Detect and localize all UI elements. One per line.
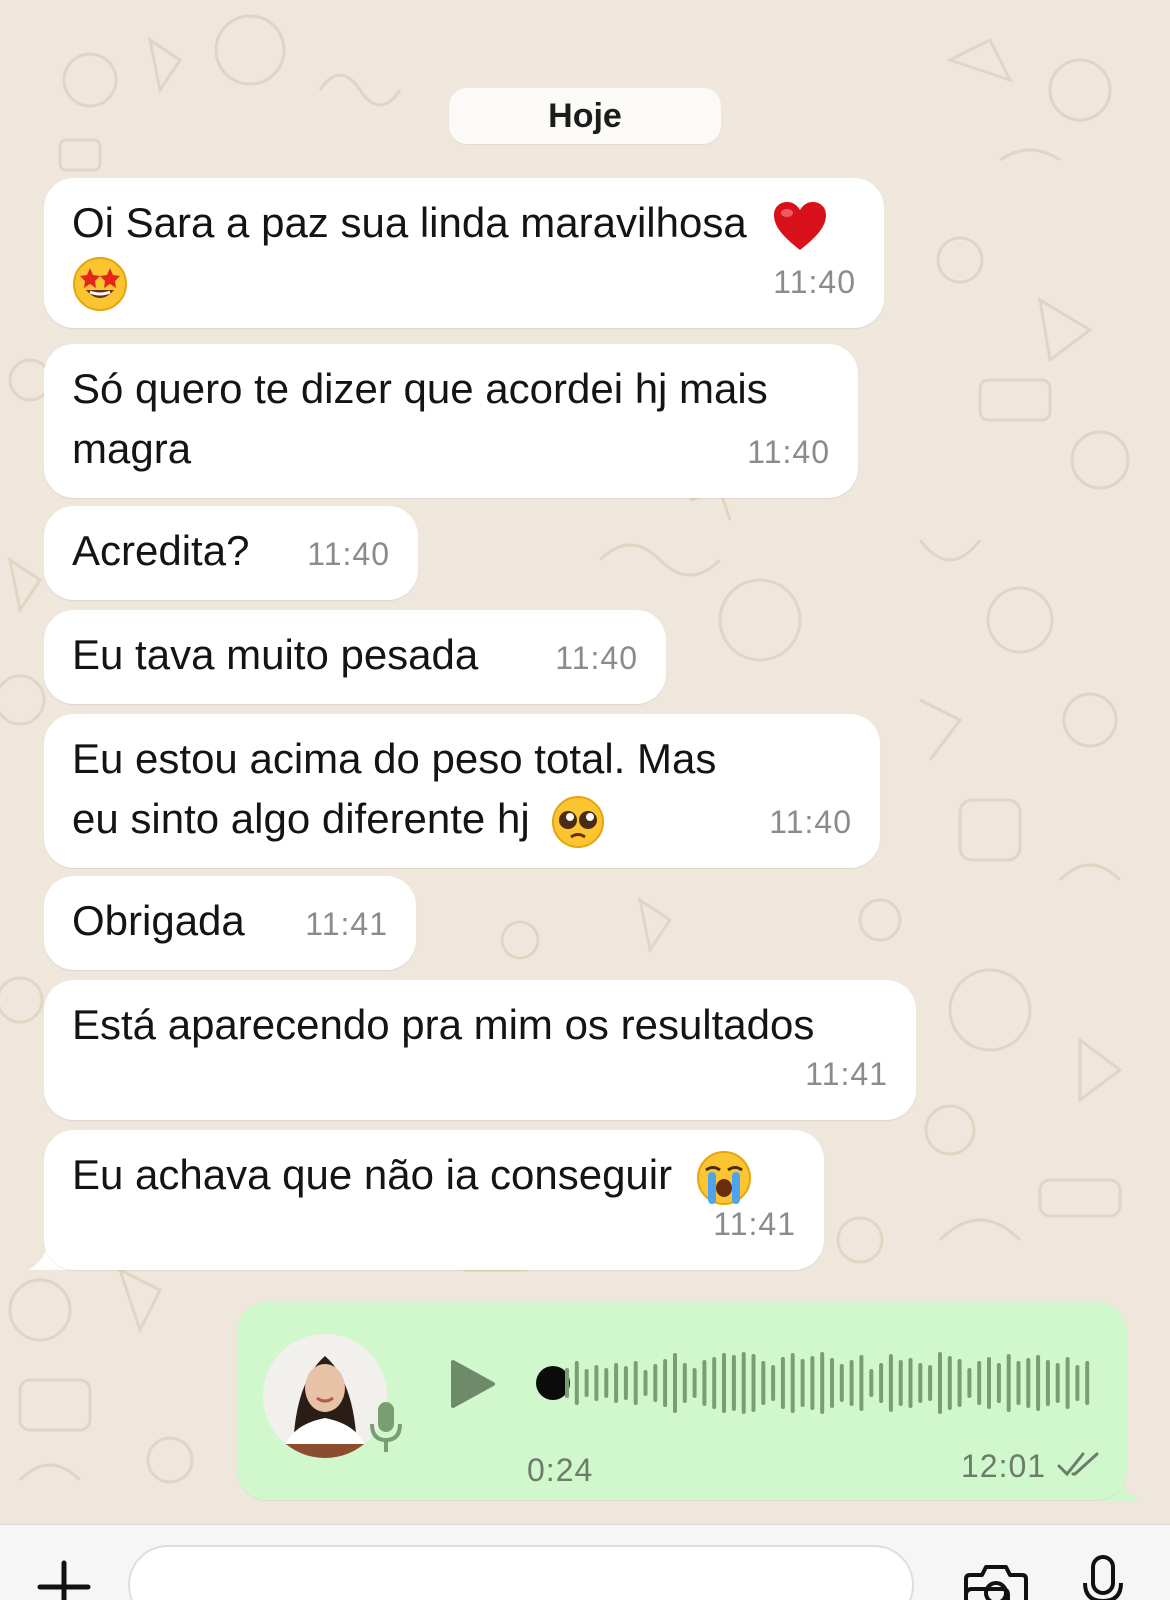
outgoing-voice-message[interactable]: 0:24 12:01 <box>237 1302 1127 1500</box>
waveform-bar <box>839 1364 844 1402</box>
play-icon[interactable] <box>447 1358 497 1410</box>
microphone-icon <box>370 1402 402 1452</box>
message-input[interactable] <box>128 1545 1010 1600</box>
message-text: Eu estou acima do peso total. Mas eu sin… <box>72 735 717 842</box>
message-time: 11:40 <box>555 640 638 676</box>
waveform-bar <box>879 1363 884 1403</box>
waveform-bar <box>947 1356 952 1410</box>
message-text: Eu achava que não ia conseguir <box>72 1151 673 1198</box>
camera-icon[interactable] <box>964 1561 1028 1600</box>
waveform-bar <box>623 1366 628 1400</box>
waveform-bar <box>1045 1360 1050 1406</box>
incoming-message[interactable]: Acredita? 11:40 <box>44 506 418 600</box>
incoming-message[interactable]: Oi Sara a paz sua linda maravilhosa 11:4… <box>44 178 884 328</box>
waveform-bar <box>761 1361 766 1405</box>
waveform-bar <box>830 1358 834 1408</box>
message-time: 11:40 <box>769 804 852 840</box>
waveform-bar <box>731 1355 736 1411</box>
waveform-bar <box>780 1357 785 1409</box>
waveform-bar <box>859 1355 864 1411</box>
voice-duration: 0:24 <box>527 1452 594 1488</box>
incoming-message[interactable]: Obrigada 11:41 <box>44 876 416 970</box>
message-text: Eu tava muito pesada <box>72 631 479 678</box>
incoming-message[interactable]: Está aparecendo pra mim os resultados 11… <box>44 980 916 1120</box>
waveform-bar <box>957 1359 962 1407</box>
message-time: 11:40 <box>747 434 830 470</box>
message-time: 11:41 <box>305 906 388 942</box>
double-check-icon <box>1057 1452 1099 1477</box>
waveform-bar <box>574 1361 579 1405</box>
waveform-bar <box>653 1364 658 1402</box>
waveform-bar <box>1055 1363 1060 1403</box>
waveform-bar <box>967 1368 972 1398</box>
date-separator: Hoje <box>449 88 721 144</box>
incoming-message[interactable]: Eu tava muito pesada 11:40 <box>44 610 666 704</box>
date-separator-label: Hoje <box>548 96 622 135</box>
waveform-bar <box>1065 1357 1070 1409</box>
red-heart-emoji-icon <box>774 201 827 250</box>
waveform-bar <box>908 1358 913 1408</box>
waveform-bar <box>604 1368 609 1398</box>
waveform-bar <box>1036 1355 1041 1411</box>
waveform-bar <box>751 1354 756 1412</box>
incoming-message[interactable]: Eu achava que não ia conseguir 11:41 <box>44 1130 824 1270</box>
waveform-bar <box>898 1360 903 1406</box>
waveform-bar <box>820 1352 825 1414</box>
message-time: 11:41 <box>805 1056 888 1092</box>
waveform-bar <box>1026 1358 1031 1408</box>
message-text: Só quero te dizer que acordei hj mais ma… <box>72 365 768 472</box>
waveform-bar <box>692 1368 697 1398</box>
message-time: 11:40 <box>773 264 856 300</box>
waveform-bar <box>614 1363 619 1403</box>
message-time: 11:40 <box>307 536 390 572</box>
plus-icon[interactable] <box>36 1559 92 1600</box>
waveform-bar <box>987 1357 991 1409</box>
waveform-bar <box>565 1368 569 1398</box>
waveform-bar <box>712 1357 717 1409</box>
incoming-message[interactable]: Só quero te dizer que acordei hj mais ma… <box>44 344 858 498</box>
message-time: 11:41 <box>713 1206 796 1242</box>
microphone-icon[interactable] <box>1080 1555 1126 1600</box>
waveform-bar <box>938 1352 942 1414</box>
waveform-bar <box>741 1352 746 1414</box>
waveform-bar <box>633 1361 638 1405</box>
waveform-bar <box>594 1365 599 1401</box>
waveform-bar <box>869 1369 874 1397</box>
waveform-bar <box>584 1369 589 1397</box>
waveform-bar <box>849 1360 854 1406</box>
message-input-bar <box>0 1524 1170 1600</box>
waveform-bar <box>977 1361 982 1405</box>
waveform-bar <box>702 1360 707 1406</box>
waveform-bar <box>810 1356 815 1410</box>
waveform-bar <box>643 1370 648 1396</box>
waveform-bar <box>800 1359 805 1407</box>
waveform-bar <box>928 1365 933 1401</box>
audio-waveform[interactable] <box>564 1348 1094 1418</box>
waveform-bar <box>663 1359 668 1407</box>
waveform-bar <box>771 1365 776 1401</box>
pleading-face-emoji-icon <box>552 795 605 848</box>
incoming-message[interactable]: Eu estou acima do peso total. Mas eu sin… <box>44 714 880 868</box>
waveform-bar <box>673 1353 677 1413</box>
waveform-bar <box>918 1363 923 1403</box>
waveform-bar <box>722 1353 726 1413</box>
message-text: Está aparecendo pra mim os resultados <box>72 1001 815 1048</box>
star-struck-emoji-icon <box>73 256 127 311</box>
message-text: Oi Sara a paz sua linda maravilhosa <box>72 199 747 246</box>
waveform-bar <box>1075 1365 1080 1401</box>
waveform-bar <box>888 1354 893 1412</box>
waveform-bar <box>1085 1361 1090 1405</box>
waveform-bar <box>1016 1361 1021 1405</box>
waveform-bar <box>1006 1354 1011 1412</box>
waveform-bar <box>682 1363 687 1403</box>
waveform-bar <box>790 1353 795 1413</box>
waveform-bar <box>996 1363 1001 1403</box>
message-time: 12:01 <box>961 1448 1047 1484</box>
